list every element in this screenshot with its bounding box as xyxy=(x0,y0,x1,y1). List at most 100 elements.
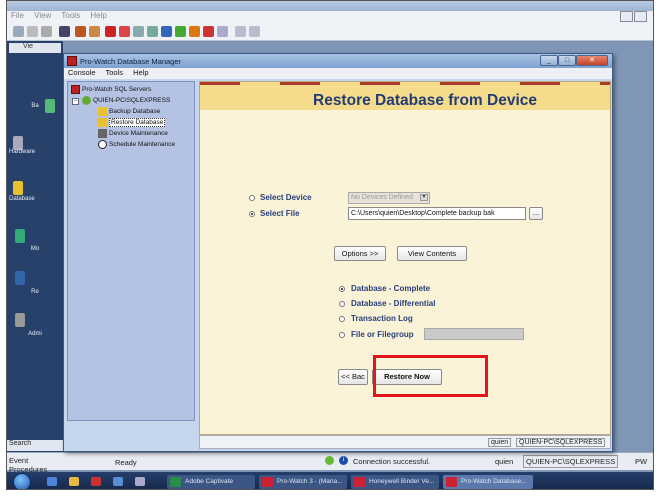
status-connection: Connection successful. xyxy=(353,457,431,466)
select-file-radio[interactable] xyxy=(249,211,255,217)
close-button[interactable]: ✕ xyxy=(576,55,608,66)
nav-icon[interactable] xyxy=(13,136,23,150)
server-group-icon xyxy=(71,85,80,94)
nav-item-label[interactable]: Ba xyxy=(7,103,63,109)
tree-server-label: QUIEN-PC\SQLEXPRESS xyxy=(93,97,171,104)
event-procedures-button[interactable]: Event Procedures xyxy=(7,452,63,474)
toolbar-icon[interactable] xyxy=(41,26,52,37)
tree-root-label: Pro-Watch SQL Servers xyxy=(82,86,152,93)
dialog-menubar: Console Tools Help xyxy=(64,68,612,79)
folder-icon[interactable] xyxy=(69,477,79,486)
options-button[interactable]: Options >> xyxy=(334,246,386,261)
toolbar-icon[interactable] xyxy=(59,26,70,37)
nav-item-label[interactable]: Database xyxy=(7,196,63,202)
taskbar-icon[interactable] xyxy=(113,477,123,486)
header-stripe xyxy=(200,82,610,85)
nav-item-label[interactable]: Mo xyxy=(7,246,63,252)
menu-help[interactable]: Help xyxy=(90,11,106,20)
status-server: QUIEN-PC\SQLEXPRESS xyxy=(523,455,619,468)
taskbar-item[interactable]: Pro-Watch 3 - (Mana... xyxy=(259,475,347,489)
taskbar-item[interactable]: Honeywell Binder Ve... xyxy=(351,475,439,489)
toolbar-icon[interactable] xyxy=(203,26,214,37)
dialog-titlebar[interactable]: Pro-Watch Database Manager xyxy=(64,54,612,68)
toolbar-icon[interactable] xyxy=(161,26,172,37)
toolbar-icon[interactable] xyxy=(75,26,86,37)
device-combo[interactable]: No Devices Defined ▼ xyxy=(348,192,430,204)
toolbar-icon[interactable] xyxy=(217,26,228,37)
restore-type-radio[interactable] xyxy=(339,316,345,322)
menu-tools[interactable]: Tools xyxy=(61,11,80,20)
restore-icon xyxy=(98,118,107,127)
device-icon xyxy=(98,129,107,138)
chevron-down-icon[interactable]: ▼ xyxy=(420,194,428,201)
restore-icon[interactable] xyxy=(634,11,647,22)
restore-type-radio[interactable] xyxy=(339,301,345,307)
select-device-radio[interactable] xyxy=(249,195,255,201)
collapse-icon[interactable]: − xyxy=(72,98,79,105)
nav-icon[interactable] xyxy=(13,181,23,195)
toolbar-icon[interactable] xyxy=(13,26,24,37)
menu-console[interactable]: Console xyxy=(68,68,96,77)
browse-button[interactable]: ... xyxy=(529,207,543,220)
toolbar-icon[interactable] xyxy=(249,26,260,37)
toolbar-icon[interactable] xyxy=(189,26,200,37)
toolbar-icon[interactable] xyxy=(147,26,158,37)
nav-icon[interactable] xyxy=(15,229,25,243)
background-app-menubar: File View Tools Help xyxy=(7,11,653,23)
restore-type-radio[interactable] xyxy=(339,332,345,338)
select-file-label[interactable]: Select File xyxy=(260,209,300,218)
menu-view[interactable]: View xyxy=(34,11,51,20)
dialog-statusbar: quien QUIEN-PC\SQLEXPRESS xyxy=(199,435,611,449)
tree-item-label: Backup Database xyxy=(109,108,161,115)
highlight-box xyxy=(373,355,488,397)
captivate-icon xyxy=(170,477,181,487)
restore-type-label[interactable]: File or Filegroup xyxy=(351,330,414,339)
maximize-button[interactable]: □ xyxy=(558,55,576,66)
background-statusbar: Ready i Connection successful. quien QUI… xyxy=(63,452,653,470)
background-left-nav: Vie Ba Hardware Database Mo Re Admi xyxy=(7,41,63,461)
toolbar-icon[interactable] xyxy=(133,26,144,37)
taskbar-item[interactable]: Adobe Captivate xyxy=(167,475,255,489)
view-contents-button[interactable]: View Contents xyxy=(397,246,467,261)
back-button[interactable]: << Bac xyxy=(338,369,368,385)
taskbar-icon[interactable] xyxy=(91,477,101,486)
connection-icon xyxy=(325,456,334,465)
file-path-input[interactable]: C:\Users\quien\Desktop\Complete backup b… xyxy=(348,207,526,220)
pro-watch-icon xyxy=(446,477,457,487)
taskbar-item-active[interactable]: Pro-Watch Database... xyxy=(443,475,533,489)
nav-icon[interactable] xyxy=(15,313,25,327)
menu-help[interactable]: Help xyxy=(133,68,148,77)
dialog-window-buttons: _ □ ✕ xyxy=(540,55,608,66)
toolbar-icon[interactable] xyxy=(89,26,100,37)
binder-icon xyxy=(354,477,365,487)
status-user: quien xyxy=(495,457,514,466)
restore-type-label[interactable]: Database - Differential xyxy=(351,299,435,308)
taskbar-icon[interactable] xyxy=(135,477,145,486)
toolbar-icon[interactable] xyxy=(27,26,38,37)
select-device-label[interactable]: Select Device xyxy=(260,193,312,202)
toolbar-icon[interactable] xyxy=(235,26,246,37)
minimize-button[interactable]: _ xyxy=(540,55,558,66)
background-window-buttons xyxy=(619,11,649,22)
toolbar-icon[interactable] xyxy=(119,26,130,37)
background-app-titlebar xyxy=(7,1,653,11)
nav-header[interactable]: Vie xyxy=(9,43,61,53)
menu-tools[interactable]: Tools xyxy=(105,68,123,77)
nav-item-label[interactable]: Re xyxy=(7,289,63,295)
restore-pane: Restore Database from Device Select Devi… xyxy=(199,81,611,435)
restore-type-label[interactable]: Transaction Log xyxy=(351,314,413,323)
nav-icon[interactable] xyxy=(15,271,25,285)
toolbar-icon[interactable] xyxy=(175,26,186,37)
start-button[interactable] xyxy=(13,473,31,489)
minimize-icon[interactable] xyxy=(620,11,633,22)
nav-item-label[interactable]: Admi xyxy=(7,331,63,337)
nav-item-label[interactable]: Hardware xyxy=(7,149,63,155)
tree-item-label: Restore Database xyxy=(109,118,166,127)
filegroup-input[interactable] xyxy=(424,328,524,340)
toolbar-icon[interactable] xyxy=(105,26,116,37)
taskbar-icon[interactable] xyxy=(47,477,57,486)
menu-file[interactable]: File xyxy=(11,11,24,20)
search-label[interactable]: Search xyxy=(7,440,63,451)
restore-type-radio[interactable] xyxy=(339,286,345,292)
restore-type-label[interactable]: Database - Complete xyxy=(351,284,430,293)
